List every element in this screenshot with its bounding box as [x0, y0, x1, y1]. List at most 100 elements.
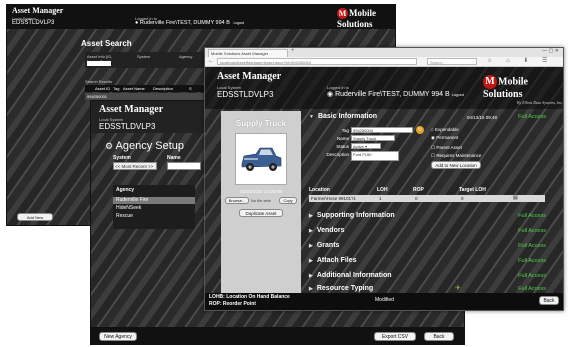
- section-supporting-information[interactable]: ▶ Supporting Information: [309, 212, 395, 219]
- tag-lookup-icon[interactable]: ↻: [416, 126, 424, 134]
- legend-loh: LOHB: Location On Hand Balance: [209, 294, 290, 300]
- search-panel: Asset Info (ID, Name, Desc) System Agenc…: [85, 52, 205, 68]
- results-header: Asset ID Tag Asset Name Description S: [85, 85, 205, 92]
- location-cell: Farmer\Hose 99101?1: [311, 196, 357, 201]
- column-header: LOH: [377, 187, 388, 193]
- expanded-triangle-icon: ▼: [309, 114, 314, 120]
- agency-local-system-value: EDSSTLDVLP3: [99, 122, 156, 131]
- target-loh-cell: 0: [461, 196, 464, 201]
- description-label: Description: [326, 152, 349, 157]
- column-header[interactable]: Tag: [113, 86, 119, 91]
- toolbar-icons[interactable]: ☆ ⌂ ⬇ ☰: [487, 57, 553, 64]
- column-header[interactable]: Asset ID: [95, 86, 110, 91]
- table-row[interactable]: 994250001: [85, 93, 205, 100]
- legend-rop: ROP: Reorder Point: [209, 301, 256, 307]
- collapsed-triangle-icon: ▶: [309, 213, 313, 219]
- option-label: Expendable: [434, 127, 459, 132]
- url-bar[interactable]: localhost/AssetManager/Asset.aspx?id=994…: [217, 58, 417, 65]
- access-label: Full Access: [518, 114, 546, 120]
- copy-button[interactable]: Copy: [279, 197, 297, 204]
- list-item[interactable]: HideNSeek: [116, 205, 141, 211]
- modified-label: Modified: [375, 297, 394, 303]
- section-additional-information[interactable]: ▶ Additional Information: [309, 272, 392, 279]
- list-item[interactable]: Ruderville Fire: [113, 197, 195, 204]
- column-header[interactable]: S: [189, 86, 192, 91]
- requires-maintenance-checkbox[interactable]: ☐ Requires Maintenance: [431, 153, 481, 159]
- section-basic-information[interactable]: ▼ Basic Information: [309, 113, 377, 120]
- section-grants[interactable]: ▶ Grants: [309, 242, 339, 249]
- back-button[interactable]: Back: [539, 296, 559, 305]
- duplicate-asset-button[interactable]: Duplicate Asset: [239, 209, 283, 217]
- browse-button[interactable]: Browse...: [225, 197, 249, 204]
- section-vendors[interactable]: ▶ Vendors: [309, 227, 344, 234]
- back-arrow-icon[interactable]: ←: [208, 58, 214, 64]
- status-select[interactable]: Active ▾: [351, 143, 381, 149]
- access-label: Full Access: [518, 286, 546, 292]
- section-title: Vendors: [316, 227, 345, 234]
- window-header: Asset Manager Local System EDSSTLDVLP3 L…: [7, 5, 395, 29]
- search-field-label: System: [137, 54, 151, 59]
- status-label: Status: [336, 144, 349, 149]
- asset-timestamp: 04/23/2015 13:00AM: [240, 189, 282, 194]
- column-header[interactable]: Description: [153, 86, 173, 91]
- new-agency-button[interactable]: New Agency: [99, 332, 137, 341]
- browser-tab[interactable]: Mobile Solutions Asset Manager: [208, 49, 288, 57]
- collapsed-triangle-icon: ▶: [309, 258, 313, 264]
- export-csv-button[interactable]: Export CSV: [374, 332, 416, 341]
- app-title: Asset Manager: [12, 6, 64, 15]
- chevron-down-icon: ▾: [365, 144, 368, 149]
- list-item[interactable]: Rescue: [116, 213, 133, 219]
- name-field[interactable]: Supply Truck: [351, 135, 395, 141]
- search-input[interactable]: [87, 61, 111, 66]
- no-file-text: No file sele: [251, 198, 271, 203]
- add-new-button[interactable]: Add New: [17, 213, 53, 221]
- description-field[interactable]: Ford F150: [351, 151, 399, 161]
- status-value: Active: [353, 144, 364, 149]
- app-title: Asset Manager: [217, 71, 282, 82]
- name-input[interactable]: [167, 162, 201, 170]
- search-field-label: Agency: [179, 54, 193, 59]
- agency-list: Agency Ruderville Fire HideNSeek Rescue: [113, 185, 195, 229]
- browser-toolbar: ← localhost/AssetManager/Asset.aspx?id=9…: [205, 57, 563, 67]
- column-header[interactable]: Asset Name: [123, 86, 145, 91]
- access-label: Full Access: [518, 258, 546, 264]
- checkbox-label: Requires Maintenance: [436, 153, 482, 158]
- chevron-down-icon: ▾: [115, 169, 118, 174]
- tab-title: Mobile Solutions Asset Manager: [211, 51, 269, 56]
- name-label: Name: [167, 155, 181, 161]
- results-caption: Search Results: [85, 79, 113, 84]
- section-title: Resource Typing: [316, 285, 374, 292]
- checkbox-icon: ☐: [431, 153, 436, 158]
- section-attach-files[interactable]: ▶ Attach Files: [309, 257, 357, 264]
- logout-link[interactable]: Logout: [233, 21, 244, 25]
- edit-row-icon[interactable]: ▤: [513, 195, 518, 201]
- new-tab-icon[interactable]: +: [291, 48, 295, 54]
- browser-search-input[interactable]: Search: [427, 58, 477, 65]
- table-row[interactable]: Farmer\Hose 99101?1 1 0 0 ▤: [309, 195, 545, 202]
- parent-asset-checkbox[interactable]: ☐ Parent Asset: [431, 145, 462, 151]
- radio-on-icon: ◉: [431, 135, 435, 140]
- add-to-new-location-button[interactable]: Add to New Location: [431, 161, 481, 169]
- browser-tabstrip: Mobile Solutions Asset Manager + — ▢ ✕: [205, 48, 563, 57]
- browser-window: Mobile Solutions Asset Manager + — ▢ ✕ ←…: [204, 47, 564, 311]
- name-label: Name: [336, 136, 349, 141]
- section-title: Additional Information: [316, 272, 392, 279]
- window-controls[interactable]: — ▢ ✕: [542, 48, 559, 54]
- system-select-value: << Most Recent >>: [115, 164, 154, 169]
- system-select[interactable]: << Most Recent >> ▾: [113, 162, 157, 174]
- option-label: Permanent: [436, 135, 459, 140]
- column-header: ROP: [413, 187, 424, 193]
- permanent-option[interactable]: ◉ Permanent: [431, 135, 458, 141]
- gear-icon: ⚙: [105, 141, 114, 151]
- section-resource-typing[interactable]: ▶ Resource Typing: [309, 285, 373, 292]
- brand-tagline: By Elliott Data Systems, Inc.: [517, 100, 563, 105]
- asset-body: Supply Truck 04/23/2015 13:00AM Browse..…: [205, 109, 563, 293]
- mobile-solutions-logo-icon: M: [483, 75, 497, 89]
- logout-link[interactable]: Logout: [452, 92, 464, 97]
- back-button[interactable]: Back: [424, 332, 454, 341]
- expendable-option[interactable]: ○ Expendable: [431, 127, 459, 132]
- mobile-solutions-logo-icon: M: [337, 8, 348, 20]
- logged-in-value: Ruderville Fire\TEST, DUMMY 994 B: [139, 20, 230, 26]
- access-label: Full Access: [518, 213, 546, 219]
- tag-field[interactable]: 994250004: [351, 127, 413, 133]
